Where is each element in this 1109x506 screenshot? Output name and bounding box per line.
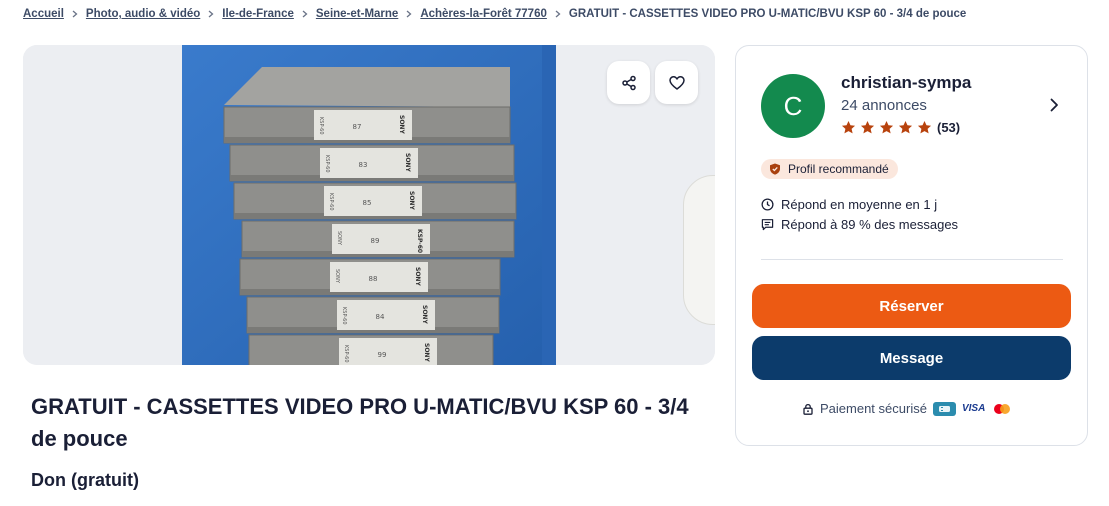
cassette-spine-text: SONY — [336, 231, 342, 246]
cassette-brand: SONY — [414, 267, 421, 286]
cassette-brand: SONY — [398, 115, 405, 134]
breadcrumb-link-city[interactable]: Achères-la-Forêt 77760 — [420, 8, 547, 20]
message-icon — [761, 219, 774, 231]
response-rate: Répond à 89 % des messages — [761, 217, 958, 232]
secure-payment: Paiement sécurisé VISA — [802, 401, 1014, 416]
stack-top — [224, 67, 510, 107]
cassette-brand: SONY — [423, 343, 430, 362]
cassette-brand: SONY — [408, 191, 415, 210]
star-icon — [860, 120, 875, 135]
recommended-profile-badge: Profil recommandé — [761, 159, 898, 179]
cassette-stack: 87 KSP-60 SONY 83 KSP-60 SONY 85 KSP-60 SONY 89 SO… — [223, 106, 517, 365]
lock-icon — [803, 403, 813, 415]
cassette-label: 84 — [376, 313, 385, 321]
cassette-spine-text: SONY — [334, 269, 340, 284]
star-icon — [898, 120, 913, 135]
clock-icon — [761, 198, 774, 211]
share-button[interactable] — [607, 61, 650, 104]
message-button[interactable]: Message — [752, 336, 1071, 380]
response-rate-label: Répond à 89 % des messages — [781, 217, 959, 232]
heart-icon — [668, 75, 685, 90]
cassette-box: 99 KSP-60 SONY — [248, 334, 494, 365]
seller-card: C christian-sympa 24 annonces (53) Profi… — [735, 45, 1088, 446]
breadcrumb-link-category[interactable]: Photo, audio & vidéo — [86, 8, 200, 20]
cassette-label: 85 — [363, 199, 372, 207]
chevron-right-icon — [301, 10, 309, 18]
breadcrumb-link-department[interactable]: Seine-et-Marne — [316, 8, 398, 20]
cassette-box: 88 SONY SONY — [239, 258, 501, 296]
cb-card-icon — [932, 401, 956, 416]
cassettes-photo: 87 KSP-60 SONY 83 KSP-60 SONY 85 KSP-60 SONY 89 SO… — [182, 45, 556, 365]
cassette-box: 89 SONY KSP-60 — [241, 220, 515, 258]
cassette-spine-text: KSP-60 — [324, 155, 330, 173]
cassette-brand: KSP-60 — [416, 229, 423, 253]
rating-count[interactable]: (53) — [937, 120, 960, 135]
cassette-box: 85 KSP-60 SONY — [233, 182, 517, 220]
star-icon — [917, 120, 932, 135]
cassette-box: 87 KSP-60 SONY — [223, 106, 511, 144]
gallery-main-photo[interactable]: 87 KSP-60 SONY 83 KSP-60 SONY 85 KSP-60 SONY 89 SO… — [182, 45, 556, 365]
chevron-right-icon — [405, 10, 413, 18]
cassette-spine-text: KSP-60 — [328, 193, 334, 211]
chevron-right-icon — [71, 10, 79, 18]
cassette-box: 83 KSP-60 SONY — [229, 144, 515, 182]
breadcrumb-link-region[interactable]: Ile-de-France — [222, 8, 294, 20]
cassette-label: 83 — [359, 161, 368, 169]
shield-check-icon — [770, 163, 780, 175]
chevron-right-icon — [554, 10, 562, 18]
breadcrumb: Accueil Photo, audio & vidéo Ile-de-Fran… — [23, 6, 966, 22]
cassette-label: 89 — [371, 237, 380, 245]
cassette-box: 84 KSP-60 SONY — [246, 296, 500, 334]
chevron-right-icon — [1050, 98, 1058, 112]
star-icon — [841, 120, 856, 135]
avatar[interactable]: C — [761, 74, 825, 138]
seller-name[interactable]: christian-sympa — [841, 73, 971, 93]
divider — [761, 259, 1063, 260]
gallery-previous-photo[interactable] — [23, 45, 173, 365]
secure-payment-label: Paiement sécurisé — [820, 401, 927, 416]
photo-gallery[interactable]: 87 KSP-60 SONY 83 KSP-60 SONY 85 KSP-60 SONY 89 SO… — [23, 45, 715, 365]
cassette-label: 88 — [369, 275, 378, 283]
share-icon — [621, 75, 636, 90]
cassette-spine-text: KSP-60 — [318, 117, 324, 135]
cassette-label: 99 — [378, 351, 387, 359]
badge-label: Profil recommandé — [788, 162, 889, 176]
cassette-spine-text: KSP-60 — [341, 307, 347, 325]
response-time-label: Répond en moyenne en 1 j — [781, 197, 938, 212]
next-photo-object — [683, 175, 715, 325]
response-time: Répond en moyenne en 1 j — [761, 197, 937, 212]
ad-title: GRATUIT - CASSETTES VIDEO PRO U-MATIC/BV… — [31, 394, 689, 451]
favorite-button[interactable] — [655, 61, 698, 104]
cassette-spine-text: KSP-60 — [343, 345, 349, 363]
seller-rating: (53) — [841, 120, 960, 135]
cassette-label: 87 — [353, 123, 362, 131]
cassette-brand: SONY — [421, 305, 428, 324]
ad-price: Don (gratuit) — [31, 470, 139, 490]
chevron-right-icon — [207, 10, 215, 18]
visa-card-icon: VISA — [961, 403, 986, 414]
seller-ads-count: 24 annonces — [841, 97, 927, 114]
reserve-button[interactable]: Réserver — [752, 284, 1071, 328]
breadcrumb-link-accueil[interactable]: Accueil — [23, 8, 64, 20]
breadcrumb-current: GRATUIT - CASSETTES VIDEO PRO U-MATIC/BV… — [568, 8, 967, 20]
star-icon — [879, 120, 894, 135]
cassette-brand: SONY — [404, 153, 411, 172]
seller-profile-link[interactable] — [1046, 97, 1062, 113]
mastercard-icon — [992, 402, 1014, 416]
